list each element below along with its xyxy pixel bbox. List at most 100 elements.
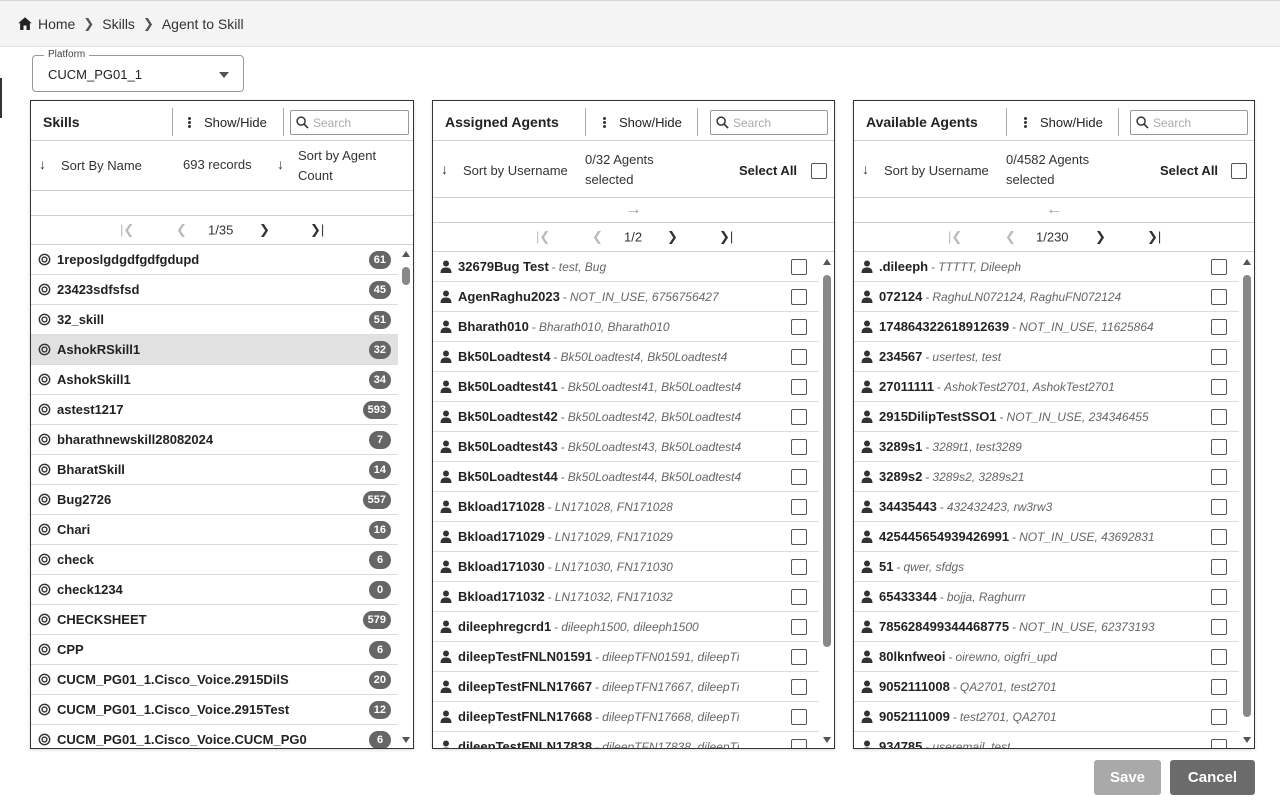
agent-list-item[interactable]: 174864322618912639- NOT_IN_USE, 11625864 xyxy=(854,312,1239,342)
agent-list-item[interactable]: Bharath010- Bharath010, Bharath010 xyxy=(433,312,819,342)
arrow-down-icon[interactable]: ↓ xyxy=(39,156,46,172)
scroll-thumb[interactable] xyxy=(1243,275,1251,717)
agent-checkbox[interactable] xyxy=(791,319,807,335)
search-input[interactable]: Search xyxy=(710,110,828,135)
breadcrumb-skills[interactable]: Skills xyxy=(102,16,135,32)
agent-checkbox[interactable] xyxy=(1211,559,1227,575)
sort-by-username[interactable]: Sort by Username xyxy=(884,163,989,178)
skill-list-item[interactable]: astest1217 593 xyxy=(31,395,398,425)
agent-list-item[interactable]: 072124- RaghuLN072124, RaghuFN072124 xyxy=(854,282,1239,312)
skill-list-item[interactable]: check1234 0 xyxy=(31,575,398,605)
agent-checkbox[interactable] xyxy=(1211,469,1227,485)
scroll-down-icon[interactable] xyxy=(1243,737,1251,743)
agent-checkbox[interactable] xyxy=(1211,619,1227,635)
last-page-icon[interactable]: ❯| xyxy=(1147,229,1161,245)
agent-checkbox[interactable] xyxy=(791,349,807,365)
agent-list-item[interactable]: Bkload171029- LN171029, FN171029 xyxy=(433,522,819,552)
prev-page-icon[interactable]: ❮ xyxy=(1005,229,1016,245)
agent-list-item[interactable]: 32679Bug Test - test, Bug xyxy=(433,252,819,282)
agent-checkbox[interactable] xyxy=(1211,409,1227,425)
available-scrollbar[interactable] xyxy=(1241,257,1253,745)
move-to-available-button[interactable]: → xyxy=(433,198,834,223)
skill-list-item[interactable]: CPP 6 xyxy=(31,635,398,665)
cancel-button[interactable]: Cancel xyxy=(1170,760,1255,795)
scroll-down-icon[interactable] xyxy=(402,737,410,743)
agent-list-item[interactable]: dileepTestFNLN17667- dileepTFN17667, dile… xyxy=(433,672,819,702)
agent-list-item[interactable]: 65433344- bojja, Raghurrr xyxy=(854,582,1239,612)
agent-list-item[interactable]: 234567- usertest, test xyxy=(854,342,1239,372)
skill-list-item[interactable]: 32_skill 51 xyxy=(31,305,398,335)
show-hide-button[interactable]: Show/Hide xyxy=(603,115,682,130)
skill-list-item[interactable]: Bug2726 557 xyxy=(31,485,398,515)
save-button[interactable]: Save xyxy=(1094,760,1161,795)
agent-list-item[interactable]: 3289s2-3289s2, 3289s21 xyxy=(854,462,1239,492)
home-icon[interactable] xyxy=(16,15,34,33)
arrow-down-icon[interactable]: ↓ xyxy=(862,161,869,177)
assigned-scrollbar[interactable] xyxy=(821,257,833,745)
agent-list-item[interactable]: dileepTestFNLN17668- dileepTFN17668, dile… xyxy=(433,702,819,732)
agent-list-item[interactable]: 3289s1-3289t1, test3289 xyxy=(854,432,1239,462)
skill-list-item[interactable]: check 6 xyxy=(31,545,398,575)
agent-checkbox[interactable] xyxy=(791,499,807,515)
agent-checkbox[interactable] xyxy=(791,709,807,725)
agent-checkbox[interactable] xyxy=(791,739,807,748)
move-to-assigned-button[interactable]: ← xyxy=(854,198,1254,223)
scroll-thumb[interactable] xyxy=(402,267,410,285)
prev-page-icon[interactable]: ❮ xyxy=(176,222,187,238)
prev-page-icon[interactable]: ❮ xyxy=(592,229,603,245)
skill-list-item[interactable]: CUCM_PG01_1.Cisco_Voice.2915DilS 20 xyxy=(31,665,398,695)
agent-checkbox[interactable] xyxy=(1211,439,1227,455)
skill-list-item[interactable]: CUCM_PG01_1.Cisco_Voice.CUCM_PG0 6 xyxy=(31,725,398,748)
agent-checkbox[interactable] xyxy=(1211,379,1227,395)
sort-by-agent-count[interactable]: Sort by Agent xyxy=(298,148,376,163)
agent-checkbox[interactable] xyxy=(1211,529,1227,545)
last-page-icon[interactable]: ❯| xyxy=(310,222,324,238)
agent-list-item[interactable]: 9052111009- test2701, QA2701 xyxy=(854,702,1239,732)
agent-list-item[interactable]: 425445654939426991- NOT_IN_USE, 43692831 xyxy=(854,522,1239,552)
agent-list-item[interactable]: AgenRaghu2023- NOT_IN_USE, 6756756427 xyxy=(433,282,819,312)
agent-checkbox[interactable] xyxy=(1211,649,1227,665)
agent-checkbox[interactable] xyxy=(1211,349,1227,365)
agent-list-item[interactable]: 785628499344468775- NOT_IN_USE, 62373193 xyxy=(854,612,1239,642)
sort-by-name[interactable]: Sort By Name xyxy=(61,158,142,173)
agent-checkbox[interactable] xyxy=(1211,709,1227,725)
scroll-up-icon[interactable] xyxy=(823,259,831,265)
skill-list-item[interactable]: CUCM_PG01_1.Cisco_Voice.2915Test 12 xyxy=(31,695,398,725)
agent-checkbox[interactable] xyxy=(1211,319,1227,335)
platform-select[interactable]: Platform CUCM_PG01_1 xyxy=(32,49,244,92)
agent-list-item[interactable]: Bk50Loadtest4- Bk50Loadtest4, Bk50Loadtes… xyxy=(433,342,819,372)
agent-checkbox[interactable] xyxy=(791,409,807,425)
show-hide-button[interactable]: Show/Hide xyxy=(1024,115,1103,130)
agent-checkbox[interactable] xyxy=(1211,739,1227,748)
agent-list-item[interactable]: dileepTestFNLN17838- dileepTFN17838, dile… xyxy=(433,732,819,748)
first-page-icon[interactable]: |❮ xyxy=(536,229,550,245)
skill-list-item[interactable]: bharathnewskill28082024 7 xyxy=(31,425,398,455)
agent-list-item[interactable]: Bk50Loadtest42- Bk50Loadtest42, Bk50Loadt… xyxy=(433,402,819,432)
agent-list-item[interactable]: Bkload171032- LN171032, FN171032 xyxy=(433,582,819,612)
agent-list-item[interactable]: Bk50Loadtest44- Bk50Loadtest44, Bk50Loadt… xyxy=(433,462,819,492)
first-page-icon[interactable]: |❮ xyxy=(120,222,134,238)
agent-checkbox[interactable] xyxy=(791,379,807,395)
scroll-up-icon[interactable] xyxy=(402,251,410,257)
sort-by-agent-count-2[interactable]: Count xyxy=(298,168,333,183)
select-all-checkbox[interactable] xyxy=(1231,163,1247,179)
agent-list-item[interactable]: 34435443-432432423, rw3rw3 xyxy=(854,492,1239,522)
skill-list-item[interactable]: AshokRSkill1 32 xyxy=(31,335,398,365)
first-page-icon[interactable]: |❮ xyxy=(948,229,962,245)
agent-list-item[interactable]: Bk50Loadtest41- Bk50Loadtest41, Bk50Loadt… xyxy=(433,372,819,402)
agent-list-item[interactable]: .dileeph - TTTTT, Dileeph xyxy=(854,252,1239,282)
agent-checkbox[interactable] xyxy=(1211,589,1227,605)
next-page-icon[interactable]: ❯ xyxy=(1095,229,1106,245)
agent-list-item[interactable]: dileephregcrd1- dileeph1500, dileeph1500 xyxy=(433,612,819,642)
search-input[interactable]: Search xyxy=(1130,110,1248,135)
agent-checkbox[interactable] xyxy=(791,469,807,485)
agent-checkbox[interactable] xyxy=(1211,679,1227,695)
skill-list-item[interactable]: 1reposlgdgdfgdfgdupd 61 xyxy=(31,245,398,275)
scroll-thumb[interactable] xyxy=(823,275,831,647)
sort-by-username[interactable]: Sort by Username xyxy=(463,163,568,178)
select-all-checkbox[interactable] xyxy=(811,163,827,179)
agent-checkbox[interactable] xyxy=(791,529,807,545)
agent-list-item[interactable]: Bkload171028- LN171028, FN171028 xyxy=(433,492,819,522)
agent-checkbox[interactable] xyxy=(791,679,807,695)
next-page-icon[interactable]: ❯ xyxy=(667,229,678,245)
